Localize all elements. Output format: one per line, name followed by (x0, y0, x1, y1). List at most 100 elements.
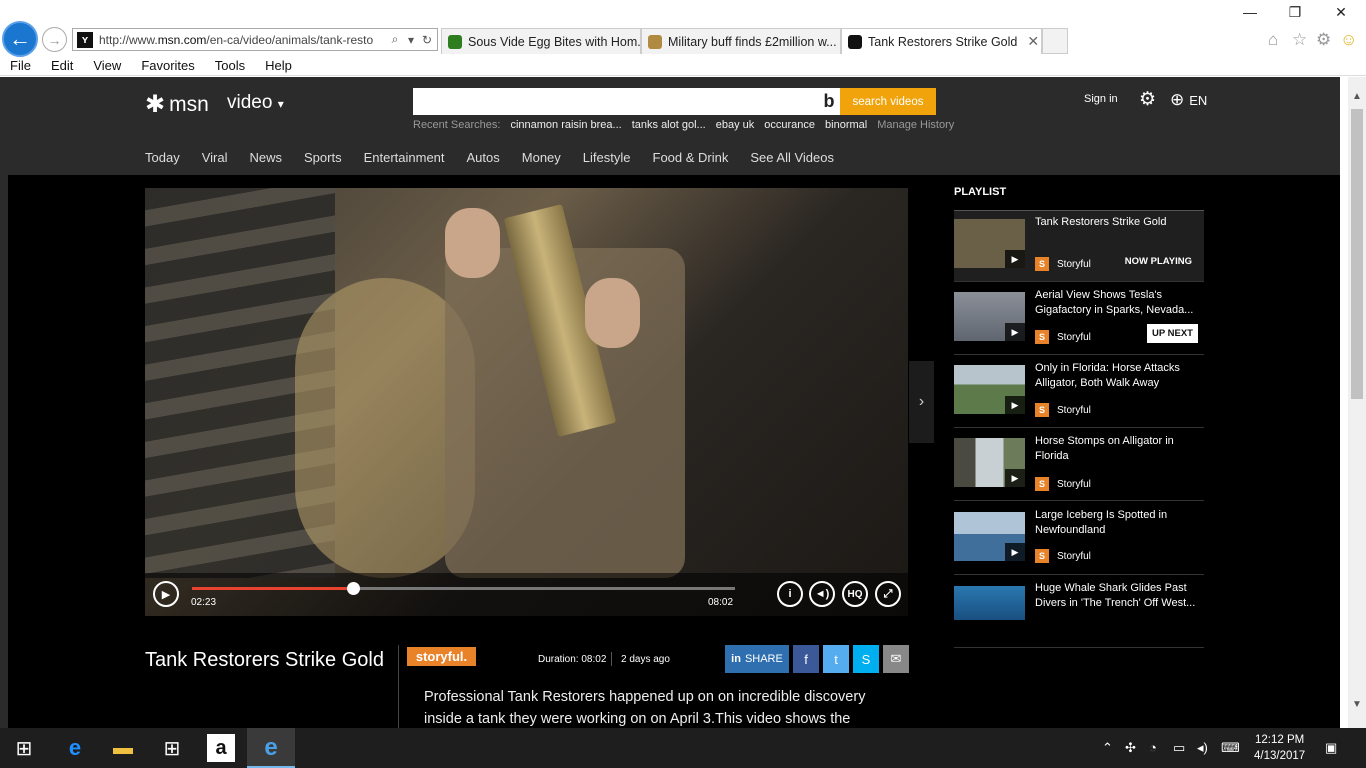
edge-browser-icon[interactable]: e (61, 734, 89, 762)
menu-bar: File Edit View Favorites Tools Help (0, 56, 302, 76)
skype-share-button[interactable]: S (853, 645, 879, 673)
menu-file[interactable]: File (0, 56, 41, 76)
menu-edit[interactable]: Edit (41, 56, 83, 76)
tray-app-icon[interactable]: ✣ (1125, 740, 1136, 756)
nav-see-all-videos[interactable]: See All Videos (750, 150, 834, 165)
nav-autos[interactable]: Autos (467, 150, 500, 165)
favorites-star-icon[interactable]: ☆ (1292, 30, 1307, 50)
close-window-button[interactable]: ✕ (1318, 4, 1364, 21)
nav-sports[interactable]: Sports (304, 150, 342, 165)
section-dropdown[interactable]: video ▾ (227, 92, 284, 114)
tools-gear-icon[interactable]: ⚙ (1316, 30, 1331, 50)
settings-gear-icon[interactable]: ⚙ (1139, 88, 1156, 111)
scroll-thumb[interactable] (1351, 109, 1363, 399)
start-windows-icon[interactable]: ⊞ (10, 734, 38, 762)
scroll-down-icon[interactable]: ▼ (1351, 699, 1363, 710)
tray-keyboard-icon[interactable]: ⌨ (1221, 740, 1240, 756)
share-button[interactable]: in SHARE (725, 645, 789, 673)
playlist-item[interactable]: ▶ Tank Restorers Strike Gold S Storyful N… (954, 211, 1204, 282)
new-tab-button[interactable] (1042, 28, 1068, 54)
nav-money[interactable]: Money (522, 150, 561, 165)
close-tab-icon[interactable]: ✕ (1017, 33, 1039, 50)
menu-tools[interactable]: Tools (205, 56, 255, 76)
nav-food-drink[interactable]: Food & Drink (653, 150, 729, 165)
recent-search-link[interactable]: ebay uk (716, 119, 755, 131)
dropdown-icon[interactable]: ▾ (405, 33, 417, 47)
back-button[interactable]: ← (2, 21, 38, 57)
nav-viral[interactable]: Viral (202, 150, 228, 165)
chevron-right-icon: › (918, 393, 925, 410)
email-share-button[interactable]: ✉ (883, 645, 909, 673)
playlist-item[interactable]: ▶ Aerial View Shows Tesla's Gigafactory … (954, 284, 1204, 355)
file-explorer-icon[interactable]: ▬ (109, 734, 137, 762)
tab-sous-vide[interactable]: Sous Vide Egg Bites with Hom... (441, 28, 641, 54)
refresh-icon[interactable]: ↻ (421, 33, 433, 47)
page-scrollbar[interactable]: ▲ ▼ (1348, 77, 1366, 728)
recent-search-link[interactable]: binormal (825, 119, 867, 131)
recent-search-link[interactable]: tanks alot gol... (632, 119, 706, 131)
restore-button[interactable]: ❐ (1272, 4, 1318, 21)
video-title: Tank Restorers Strike Gold (145, 649, 384, 671)
system-clock[interactable]: 12:12 PM 4/13/2017 (1254, 732, 1305, 764)
back-arrow-icon: ← (9, 26, 31, 51)
play-icon: ▶ (1005, 396, 1025, 414)
info-button[interactable]: i (777, 581, 803, 607)
playlist-item[interactable]: Huge Whale Shark Glides Past Divers in '… (954, 577, 1204, 648)
forward-button[interactable]: → (42, 27, 67, 52)
volume-button[interactable]: ◄) (809, 581, 835, 607)
seek-handle[interactable] (347, 582, 361, 595)
playlist-item[interactable]: ▶ Horse Stomps on Alligator in Florida S… (954, 430, 1204, 501)
play-button[interactable]: ▶ (153, 581, 179, 607)
tray-battery-icon[interactable]: ▭ (1173, 740, 1185, 756)
sign-in-link[interactable]: Sign in (1084, 93, 1118, 105)
playlist-item[interactable]: ▶ Only in Florida: Horse Attacks Alligat… (954, 357, 1204, 428)
tray-volume-icon[interactable]: ◂) (1197, 740, 1208, 756)
url-text[interactable]: http://www.msn.com/en-ca/video/animals/t… (99, 33, 385, 47)
recent-search-link[interactable]: occurance (764, 119, 815, 131)
twitter-share-button[interactable]: t (823, 645, 849, 673)
next-video-button[interactable]: › (909, 361, 934, 443)
menu-help[interactable]: Help (255, 56, 302, 76)
category-nav: Today Viral News Sports Entertainment Au… (145, 150, 856, 165)
tray-network-icon[interactable]: ◔ (1149, 740, 1157, 755)
search-videos-button[interactable]: search videos (840, 88, 936, 115)
recent-search-link[interactable]: cinnamon raisin brea... (510, 119, 621, 131)
search-input[interactable] (413, 88, 818, 115)
facebook-share-button[interactable]: f (793, 645, 819, 673)
nav-news[interactable]: News (249, 150, 282, 165)
divider (398, 645, 399, 728)
fullscreen-button[interactable]: ⤢ (875, 581, 901, 607)
playlist-item-title: Only in Florida: Horse Attacks Alligator… (1035, 362, 1180, 389)
playlist-item[interactable]: ▶ Large Iceberg Is Spotted in Newfoundla… (954, 504, 1204, 575)
amazon-icon[interactable]: a (207, 734, 235, 762)
nav-entertainment[interactable]: Entertainment (364, 150, 445, 165)
manage-history-link[interactable]: Manage History (877, 119, 954, 131)
seek-bar[interactable] (192, 582, 735, 595)
feedback-smiley-icon[interactable]: ☺ (1340, 30, 1357, 50)
player-controls: ▶ 02:23 08:02 i ◄) HQ ⤢ (145, 573, 908, 616)
tab-tank-restorers[interactable]: Tank Restorers Strike Gold ✕ (841, 28, 1042, 54)
tab-military-buff[interactable]: Military buff finds £2million w... (641, 28, 841, 54)
store-bag-icon[interactable]: ⊞ (158, 734, 186, 762)
tray-chevron-up-icon[interactable]: ⌃ (1102, 740, 1113, 756)
address-bar[interactable]: ʏ http://www.msn.com/en-ca/video/animals… (72, 28, 438, 51)
home-icon[interactable]: ⌂ (1268, 30, 1278, 50)
menu-view[interactable]: View (83, 56, 131, 76)
msn-logo[interactable]: ✱ msn (145, 90, 209, 119)
menu-favorites[interactable]: Favorites (131, 56, 204, 76)
action-center-icon[interactable]: ▣ (1325, 740, 1337, 756)
storyful-icon: S (1035, 257, 1049, 271)
language-selector[interactable]: ⊕ EN (1170, 90, 1207, 110)
hq-button[interactable]: HQ (842, 581, 868, 607)
nav-today[interactable]: Today (145, 150, 180, 165)
meta-divider (611, 652, 612, 666)
search-icon[interactable]: ⌕ (389, 32, 401, 47)
playlist-item-title: Large Iceberg Is Spotted in Newfoundland (1035, 509, 1168, 536)
storyful-icon: S (1035, 477, 1049, 491)
nav-lifestyle[interactable]: Lifestyle (583, 150, 631, 165)
minimize-button[interactable]: — (1227, 4, 1273, 20)
internet-explorer-icon[interactable]: e (257, 734, 285, 762)
video-player[interactable]: ▶ 02:23 08:02 i ◄) HQ ⤢ (145, 188, 908, 616)
scroll-up-icon[interactable]: ▲ (1351, 91, 1363, 102)
storyful-logo[interactable]: storyful. (407, 647, 476, 666)
